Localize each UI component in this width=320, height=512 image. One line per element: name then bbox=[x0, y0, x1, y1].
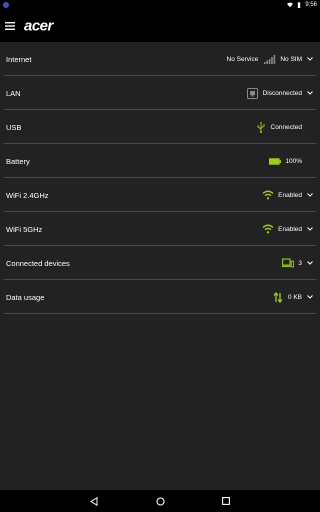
row-label: WiFi 2.4GHz bbox=[6, 190, 49, 200]
row-right: 0 KB bbox=[272, 291, 314, 303]
row-label: USB bbox=[6, 122, 22, 132]
wifi-icon bbox=[262, 223, 274, 235]
chevron-down-icon[interactable] bbox=[306, 55, 314, 63]
row-label: Battery bbox=[6, 156, 30, 166]
row-usb[interactable]: USB Connected bbox=[0, 110, 320, 144]
app-notification-icon bbox=[3, 2, 9, 8]
row-internet[interactable]: Internet No Service No SIM bbox=[0, 42, 320, 76]
row-value: 100% bbox=[285, 157, 302, 165]
back-icon bbox=[90, 496, 98, 506]
recents-button[interactable] bbox=[218, 493, 234, 509]
row-lan[interactable]: LAN Disconnected bbox=[0, 76, 320, 110]
signal-bars-icon bbox=[264, 53, 276, 65]
row-right: No Service No SIM bbox=[227, 53, 314, 65]
row-wifi-24[interactable]: WiFi 2.4GHz Enabled bbox=[0, 178, 320, 212]
navigation-bar bbox=[0, 490, 320, 512]
row-value: 3 bbox=[298, 259, 302, 267]
row-right: 3 bbox=[282, 257, 314, 269]
wifi-icon bbox=[262, 189, 274, 201]
chevron-down-icon[interactable] bbox=[306, 225, 314, 233]
row-right: Disconnected bbox=[247, 87, 314, 99]
devices-icon bbox=[282, 257, 295, 269]
chevron-down-icon[interactable] bbox=[306, 89, 314, 97]
data-transfer-icon bbox=[272, 291, 284, 303]
home-icon bbox=[155, 496, 165, 506]
row-connected-devices[interactable]: Connected devices 3 bbox=[0, 246, 320, 280]
chevron-down-icon[interactable] bbox=[306, 293, 314, 301]
row-right: Connected bbox=[255, 121, 314, 133]
home-button[interactable] bbox=[152, 493, 168, 509]
chevron-placeholder bbox=[306, 123, 314, 131]
wifi-status-icon bbox=[287, 2, 294, 8]
chevron-placeholder bbox=[306, 157, 314, 165]
row-value: 0 KB bbox=[287, 293, 302, 301]
row-right: Enabled bbox=[262, 189, 314, 201]
row-battery[interactable]: Battery 100% bbox=[0, 144, 320, 178]
row-value: Disconnected bbox=[262, 89, 302, 97]
back-button[interactable] bbox=[86, 493, 102, 509]
status-bar: 9:56 bbox=[0, 0, 320, 10]
acer-logo-icon: acer bbox=[24, 19, 55, 33]
row-value: No SIM bbox=[280, 55, 302, 63]
row-label: Connected devices bbox=[6, 258, 70, 268]
recents-icon bbox=[222, 497, 230, 505]
row-wifi-5[interactable]: WiFi 5GHz Enabled bbox=[0, 212, 320, 246]
chevron-down-icon[interactable] bbox=[306, 191, 314, 199]
battery-full-icon bbox=[269, 155, 282, 167]
ethernet-icon bbox=[247, 87, 259, 99]
battery-status-icon bbox=[298, 2, 301, 8]
row-label: LAN bbox=[6, 88, 21, 98]
logo-text: acer bbox=[24, 19, 55, 33]
service-status: No Service bbox=[226, 55, 259, 63]
status-list: Internet No Service No SIM LAN Disconnec… bbox=[0, 42, 320, 314]
status-left bbox=[3, 2, 9, 8]
row-label: WiFi 5GHz bbox=[6, 224, 43, 234]
row-data-usage[interactable]: Data usage 0 KB bbox=[0, 280, 320, 314]
status-time: 9:56 bbox=[305, 2, 317, 8]
row-right: Enabled bbox=[262, 223, 314, 235]
chevron-down-icon[interactable] bbox=[306, 259, 314, 267]
row-value: Enabled bbox=[278, 225, 302, 233]
acer-logo: acer bbox=[24, 19, 68, 33]
menu-button[interactable] bbox=[0, 10, 20, 42]
status-right: 9:56 bbox=[287, 2, 317, 8]
usb-icon bbox=[255, 121, 267, 133]
row-value: Connected bbox=[270, 123, 302, 131]
row-label: Data usage bbox=[6, 292, 45, 302]
row-value: Enabled bbox=[278, 191, 302, 199]
row-right: 100% bbox=[269, 155, 314, 167]
hamburger-menu-icon bbox=[5, 22, 15, 30]
row-label: Internet bbox=[6, 54, 32, 64]
divider bbox=[4, 313, 316, 314]
app-bar: acer bbox=[0, 10, 320, 42]
